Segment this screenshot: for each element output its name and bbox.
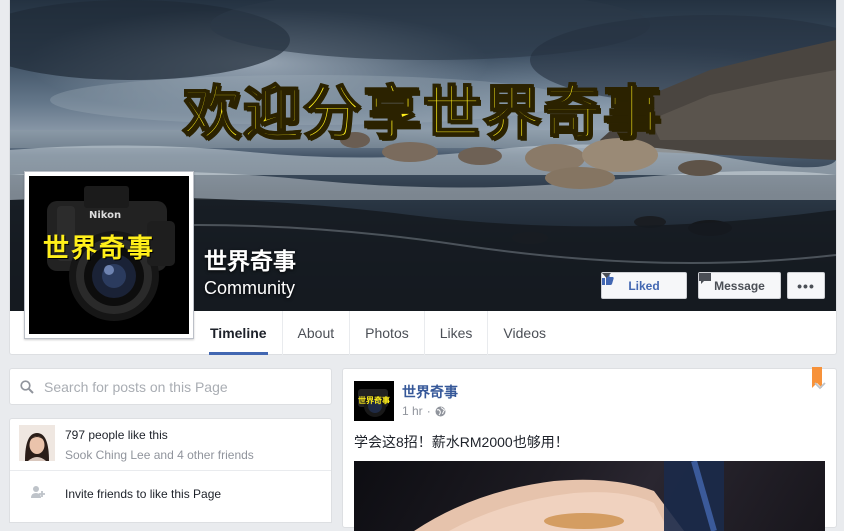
tab-about[interactable]: About <box>283 311 351 355</box>
post-meta: 1 hr · <box>402 404 446 418</box>
camera-thumbnail: 世界奇事 <box>354 381 394 421</box>
likes-summary-row[interactable]: 797 people like this Sook Ching Lee and … <box>10 419 331 471</box>
post-text: 学会这8招！薪水RM2000也够用！ <box>354 434 569 450</box>
post-card: 世界奇事 世界奇事 1 hr · 学会这8招！薪水RM2000也够用！ <box>342 367 837 531</box>
caret-down-icon <box>602 273 611 278</box>
tab-timeline[interactable]: Timeline <box>195 311 283 355</box>
page-search-box[interactable] <box>9 368 332 405</box>
invite-friends-link[interactable]: Invite friends to like this Page <box>65 487 221 501</box>
post-photo <box>414 461 724 531</box>
likes-card: 797 people like this Sook Ching Lee and … <box>9 418 332 523</box>
page-header-card: 欢迎分享世界奇事 世界奇事 Community Liked Message ••… <box>9 0 837 355</box>
friend-avatar[interactable] <box>19 425 55 461</box>
search-icon <box>20 379 34 394</box>
friends-like-text[interactable]: Sook Ching Lee and 4 other friends <box>65 448 254 462</box>
page-category[interactable]: Community <box>204 278 295 299</box>
globe-icon[interactable] <box>435 406 446 417</box>
thumbnail-logo-text: 世界奇事 <box>358 395 390 405</box>
likes-count[interactable]: 797 people like this <box>65 428 168 442</box>
tab-photos[interactable]: Photos <box>350 311 425 355</box>
meta-separator: · <box>426 404 431 418</box>
friend-photo <box>19 425 55 461</box>
invite-friends-row[interactable]: Invite friends to like this Page <box>10 470 331 520</box>
search-input[interactable] <box>42 377 316 396</box>
camera-brand-label: Nikon <box>89 210 121 221</box>
page-tabs: Timeline About Photos Likes Videos <box>195 311 561 355</box>
message-icon <box>699 273 711 284</box>
tab-likes[interactable]: Likes <box>425 311 489 355</box>
profile-picture[interactable]: Nikon 世界奇事 <box>24 171 194 339</box>
profile-logo-text: 世界奇事 <box>43 234 156 264</box>
post-image[interactable] <box>354 461 825 531</box>
more-options-button[interactable]: ••• <box>787 272 825 299</box>
chevron-down-icon[interactable] <box>814 382 826 390</box>
message-label: Message <box>714 278 765 293</box>
tab-videos[interactable]: Videos <box>488 311 561 355</box>
add-friend-icon <box>31 486 45 498</box>
liked-button[interactable]: Liked <box>601 272 687 299</box>
post-author-avatar[interactable]: 世界奇事 <box>354 381 394 421</box>
profile-image: Nikon 世界奇事 <box>29 176 189 334</box>
bookmark-icon[interactable] <box>812 367 822 388</box>
cover-banner-text: 欢迎分享世界奇事 <box>182 78 663 148</box>
message-button[interactable]: Message <box>698 272 781 299</box>
post-timestamp[interactable]: 1 hr <box>402 404 423 418</box>
page-title[interactable]: 世界奇事 <box>204 242 296 276</box>
post-author-name[interactable]: 世界奇事 <box>402 382 458 402</box>
liked-label: Liked <box>628 278 660 293</box>
